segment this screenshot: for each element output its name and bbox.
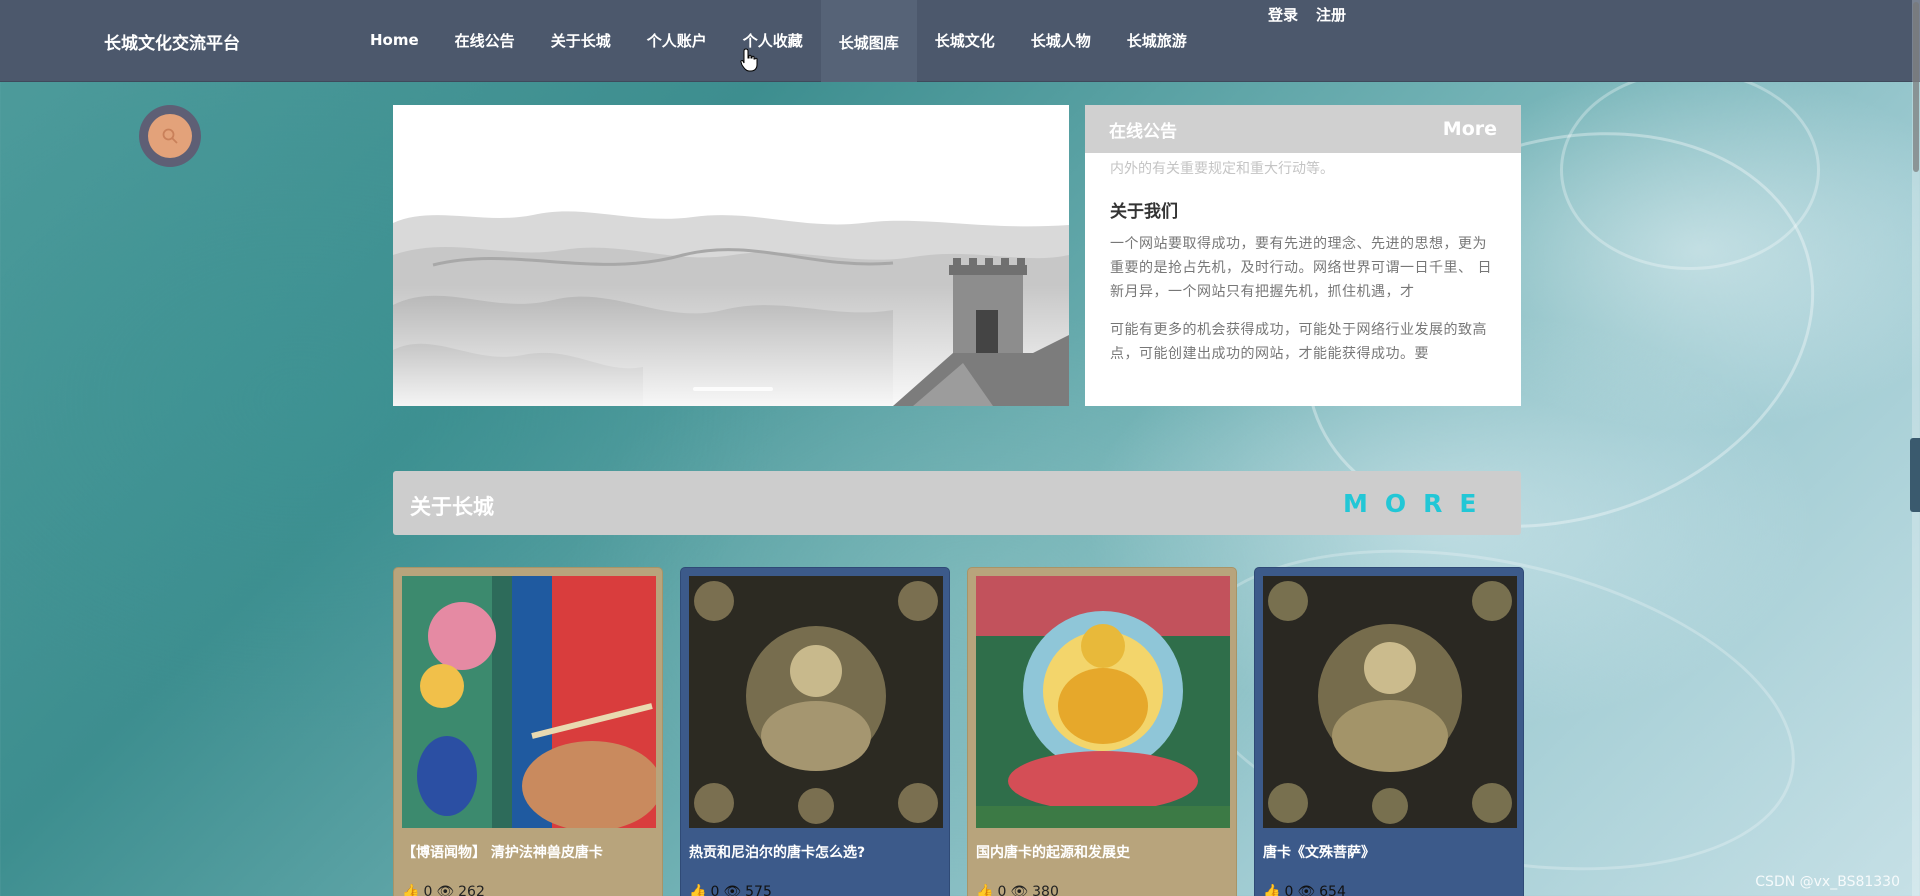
notice-more-link[interactable]: More — [1443, 118, 1497, 140]
about-us-paragraph: 可能有更多的机会获得成功，可能处于网络行业发展的致高点，可能创建出成功的网站，才… — [1110, 322, 1487, 362]
search-icon — [162, 128, 178, 144]
eye-icon: 👁 — [1297, 884, 1316, 896]
view-count: 654 — [1319, 884, 1346, 896]
notice-panel-body: 内外的有关重要规定和重大行动等。 关于我们 一个网站要取得成功，要有先进的理念、… — [1085, 153, 1521, 366]
card-title[interactable]: 热贡和尼泊尔的唐卡怎么选? — [689, 842, 941, 862]
about-us-heading: 关于我们 — [1110, 202, 1178, 222]
login-link[interactable]: 登录 — [1268, 4, 1298, 25]
view-count: 575 — [745, 884, 772, 896]
thumbs-up-icon[interactable]: 👍 — [689, 884, 706, 896]
nav-culture[interactable]: 长城文化 — [917, 0, 1013, 82]
about-us-paragraph: 一个网站要取得成功，要有先进的理念、先进的思想，更为重要的是抢占先机，及时行动。… — [1110, 236, 1492, 300]
nav-gallery[interactable]: 长城图库 — [820, 0, 917, 82]
like-count: 0 — [710, 884, 720, 896]
nav-about-great-wall[interactable]: 关于长城 — [533, 0, 629, 82]
great-wall-ink-illustration — [393, 211, 1069, 406]
article-card[interactable]: 国内唐卡的起源和发展史 👍 0 👁 380 — [967, 567, 1237, 896]
card-grid: 【博语闻物】 清护法神兽皮唐卡 👍 0 👁 262 热贡和尼泊尔的唐卡怎么选? … — [393, 567, 1524, 896]
hand-cursor-icon — [740, 48, 758, 72]
eye-icon: 👁 — [723, 884, 742, 896]
nav-personal-account[interactable]: 个人账户 — [629, 0, 725, 82]
notice-panel: 在线公告 More 内外的有关重要规定和重大行动等。 关于我们 一个网站要取得成… — [1085, 105, 1521, 406]
search-button-inner — [148, 114, 192, 158]
section-title: 关于长城 — [410, 495, 494, 519]
watermark: CSDN @vx_BS81330 — [1755, 874, 1900, 890]
nav-notices[interactable]: 在线公告 — [437, 0, 533, 82]
register-link[interactable]: 注册 — [1316, 4, 1346, 25]
notice-panel-title: 在线公告 — [1109, 121, 1177, 142]
article-card[interactable]: 热贡和尼泊尔的唐卡怎么选? 👍 0 👁 575 — [680, 567, 950, 896]
card-title[interactable]: 国内唐卡的起源和发展史 — [976, 842, 1228, 862]
search-button[interactable] — [139, 105, 201, 167]
top-navbar: 长城文化交流平台 Home 在线公告 关于长城 个人账户 个人收藏 长城图库 长… — [0, 0, 1920, 82]
like-count: 0 — [997, 884, 1007, 896]
nav-people[interactable]: 长城人物 — [1013, 0, 1109, 82]
article-card[interactable]: 唐卡《文殊菩萨》 👍 0 👁 654 — [1254, 567, 1524, 896]
card-title[interactable]: 唐卡《文殊菩萨》 — [1263, 842, 1515, 862]
notice-panel-header: 在线公告 More — [1085, 105, 1521, 153]
view-count: 380 — [1032, 884, 1059, 896]
thumbs-up-icon[interactable]: 👍 — [1263, 884, 1280, 896]
thangka-dark-image — [689, 576, 943, 828]
card-stats: 👍 0 👁 575 — [689, 884, 941, 896]
site-title[interactable]: 长城文化交流平台 — [104, 29, 240, 54]
hero-banner-great-wall[interactable] — [393, 105, 1069, 406]
nav-tourism[interactable]: 长城旅游 — [1109, 0, 1205, 82]
eye-icon: 👁 — [1010, 884, 1029, 896]
side-tab[interactable] — [1910, 438, 1920, 512]
section-header-about: 关于长城 MORE — [393, 471, 1521, 535]
auth-links: 登录 注册 — [1268, 4, 1346, 25]
thangka-painting-image — [402, 576, 656, 828]
card-image-thangka-golden — [976, 576, 1230, 828]
card-image-thangka-painting — [402, 576, 656, 828]
card-stats: 👍 0 👁 262 — [402, 884, 654, 896]
card-stats: 👍 0 👁 654 — [1263, 884, 1515, 896]
notice-faded-line: 内外的有关重要规定和重大行动等。 — [1110, 161, 1334, 177]
thumbs-up-icon[interactable]: 👍 — [976, 884, 993, 896]
eye-icon: 👁 — [436, 884, 455, 896]
nav-home[interactable]: Home — [352, 0, 437, 82]
main-nav: Home 在线公告 关于长城 个人账户 个人收藏 长城图库 长城文化 长城人物 … — [352, 0, 1205, 82]
card-stats: 👍 0 👁 380 — [976, 884, 1228, 896]
like-count: 0 — [423, 884, 433, 896]
thumbs-up-icon[interactable]: 👍 — [402, 884, 419, 896]
background-swirl — [1560, 70, 1820, 270]
like-count: 0 — [1284, 884, 1294, 896]
section-more-link[interactable]: MORE — [1343, 489, 1493, 518]
article-card[interactable]: 【博语闻物】 清护法神兽皮唐卡 👍 0 👁 262 — [393, 567, 663, 896]
scrollbar-thumb[interactable] — [1913, 2, 1919, 172]
thangka-manjushri-image — [1263, 576, 1517, 828]
card-title[interactable]: 【博语闻物】 清护法神兽皮唐卡 — [402, 842, 654, 862]
thangka-golden-image — [976, 576, 1230, 828]
card-image-thangka-dark — [689, 576, 943, 828]
card-image-thangka-manjushri — [1263, 576, 1517, 828]
view-count: 262 — [458, 884, 485, 896]
